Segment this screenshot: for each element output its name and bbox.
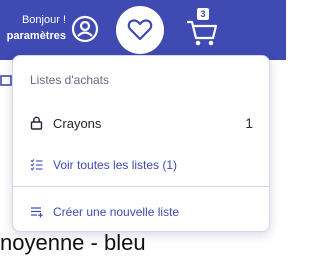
view-all-lists-label: Voir toutes les listes (1) [53,158,178,172]
shopping-lists-button[interactable] [116,6,164,54]
account-button[interactable] [70,14,100,44]
product-title-fragment: noyenne - bleu [0,230,146,255]
account-greeting[interactable]: Bonjour ! paramètres [0,12,66,44]
store-icon [0,75,12,86]
list-item-name: Crayons [53,116,102,131]
list-item-count: 1 [245,115,253,131]
create-new-list-label: Créer une nouvelle liste [53,205,180,219]
shopping-lists-dropdown: Listes d'achats Crayons 1 Voir toutes le… [12,55,270,232]
user-icon [71,15,99,43]
greeting-text: Bonjour ! [21,14,66,26]
settings-link-text: paramètres [6,30,66,42]
view-all-lists-link[interactable]: Voir toutes les listes (1) [13,152,269,178]
lock-icon [30,116,43,135]
dropdown-divider [13,186,269,187]
checklist-icon [30,158,43,176]
cart-button[interactable]: 3 [184,8,220,48]
heart-icon [127,19,153,41]
add-list-icon [30,205,44,223]
top-nav-bar: Bonjour ! paramètres 3 [0,0,286,60]
cart-count-badge: 3 [197,8,209,20]
list-item-crayons[interactable]: Crayons 1 [13,108,269,138]
dropdown-title: Listes d'achats [30,73,110,87]
create-new-list-link[interactable]: Créer une nouvelle liste [13,199,269,225]
